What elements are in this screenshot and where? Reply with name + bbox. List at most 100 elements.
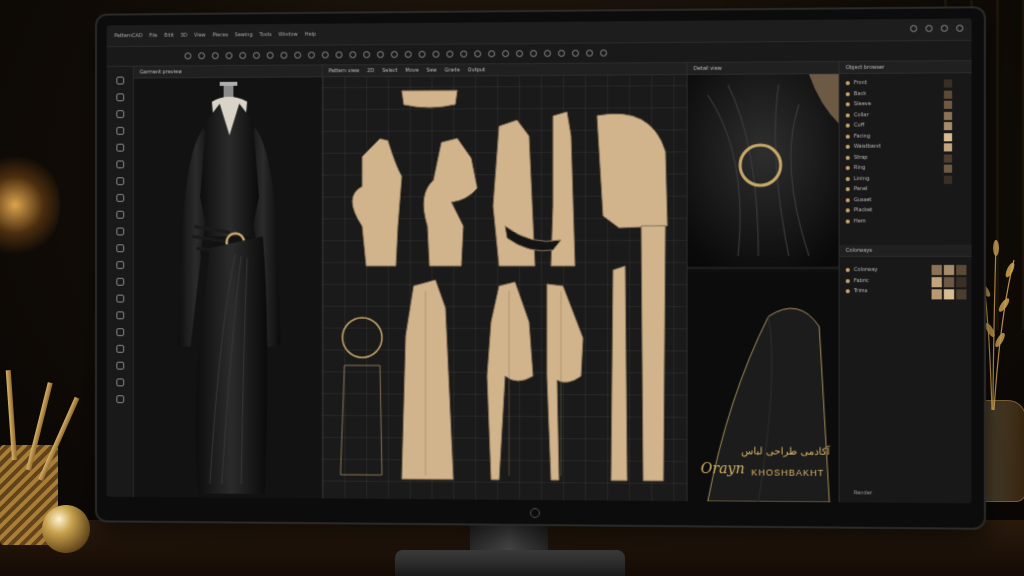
layer-row[interactable]: Sleeve [840,99,938,110]
zoom-icon[interactable] [557,49,565,57]
tab-sew[interactable]: Sew [427,67,437,73]
panel-title[interactable]: Object browser [846,64,885,70]
notch-tool-icon[interactable] [307,51,315,59]
visibility-icon[interactable] [845,91,850,97]
pleat-tool-icon[interactable] [321,51,329,59]
grid-icon[interactable] [571,49,580,57]
colorway-row[interactable]: Colorway [845,265,878,276]
visibility-icon[interactable] [845,155,850,160]
color-swatch[interactable] [943,111,953,120]
visibility-icon[interactable] [845,166,850,171]
redo-icon[interactable] [543,49,551,57]
visibility-icon[interactable] [845,144,850,150]
tool-icon[interactable] [115,76,124,85]
visibility-icon[interactable] [845,123,850,128]
tab-pattern-view[interactable]: Pattern view [329,68,360,74]
layer-row[interactable]: Back [840,88,938,99]
menu-item-edit[interactable]: Edit [164,32,173,38]
pin-tool-icon[interactable] [404,50,412,58]
pen-tool-icon[interactable] [239,52,247,60]
cut-tool-icon[interactable] [377,51,384,59]
tool-icon[interactable] [115,328,124,337]
render-tool-icon[interactable] [502,50,510,58]
color-swatch[interactable] [943,79,953,88]
color-swatch[interactable] [943,289,955,300]
snap-icon[interactable] [586,49,594,57]
scale-tool-icon[interactable] [225,52,233,60]
color-swatch[interactable] [943,143,953,152]
menu-item-app[interactable]: PatternCAD [114,33,142,39]
curve-tool-icon[interactable] [266,51,274,59]
tab-grade[interactable]: Grade [445,67,460,73]
tool-icon[interactable] [115,244,124,253]
layer-row[interactable]: Front [840,78,938,89]
tool-icon[interactable] [115,143,124,152]
visibility-icon[interactable] [845,219,850,224]
tab-move[interactable]: Move [405,67,418,73]
color-swatch[interactable] [931,264,942,276]
visibility-icon[interactable] [845,176,850,181]
tool-icon[interactable] [115,177,124,186]
camera-tool-icon[interactable] [474,50,482,58]
panel-title[interactable]: Garment preview [140,69,182,75]
layer-row[interactable]: Cuff [840,120,938,131]
color-swatch[interactable] [943,132,953,141]
tool-icon[interactable] [115,361,124,370]
color-swatch[interactable] [943,164,953,173]
visibility-icon[interactable] [845,268,850,273]
layer-row[interactable]: Lining [840,173,938,184]
visibility-icon[interactable] [845,198,850,203]
tool-icon[interactable] [115,344,124,353]
visibility-icon[interactable] [845,289,850,294]
power-button[interactable] [530,507,540,519]
tool-icon[interactable] [115,126,124,135]
tab-2d[interactable]: 2D [367,68,374,74]
undo-icon[interactable] [530,49,537,58]
color-swatch[interactable] [943,175,953,184]
tool-icon[interactable] [115,378,124,387]
tool-icon[interactable] [115,110,124,119]
texture-tool-icon[interactable] [432,50,440,58]
settings-icon[interactable] [925,24,933,33]
color-swatch[interactable] [943,122,953,131]
menu-item-view[interactable]: View [194,32,206,38]
color-swatch[interactable] [956,264,967,276]
panel-title[interactable]: Detail view [694,65,722,71]
layer-row[interactable]: Waistband [840,141,938,152]
tool-icon[interactable] [115,210,124,219]
colorway-row[interactable]: Fabric [845,276,878,287]
dart-tool-icon[interactable] [280,51,288,59]
export-tool-icon[interactable] [516,50,524,58]
color-swatch[interactable] [943,277,955,288]
tool-icon[interactable] [115,395,124,404]
tool-icon[interactable] [115,261,124,269]
simulate-tool-icon[interactable] [446,50,454,58]
grade-tool-icon[interactable] [349,51,357,59]
visibility-icon[interactable] [845,278,850,283]
visibility-icon[interactable] [845,208,850,213]
tab-output[interactable]: Output [468,67,485,73]
select-tool-icon[interactable] [184,52,192,60]
menu-item-sewing[interactable]: Sewing [235,32,253,38]
tool-icon[interactable] [115,294,124,303]
color-swatch[interactable] [956,289,967,300]
layer-row[interactable]: Gusset [840,195,938,206]
colorway-row[interactable]: Trims [845,286,878,297]
color-swatch[interactable] [943,153,953,163]
layer-row[interactable]: Panel [840,184,938,195]
layer-row[interactable]: Placket [840,205,938,216]
layer-row[interactable]: Strap [840,152,938,163]
menu-item-help[interactable]: Help [305,31,316,37]
mirror-tool-icon[interactable] [363,51,371,59]
rotate-tool-icon[interactable] [211,52,219,60]
layer-row[interactable]: Hem [840,216,938,227]
visibility-icon[interactable] [845,134,850,139]
visibility-icon[interactable] [845,102,850,107]
menu-item-file[interactable]: File [149,32,157,38]
tool-icon[interactable] [115,311,124,320]
visibility-icon[interactable] [845,113,850,118]
visibility-icon[interactable] [845,81,850,86]
colorways-title[interactable]: Colorways [846,247,872,253]
layer-row[interactable]: Facing [840,131,938,142]
fabric-tool-icon[interactable] [418,50,426,58]
